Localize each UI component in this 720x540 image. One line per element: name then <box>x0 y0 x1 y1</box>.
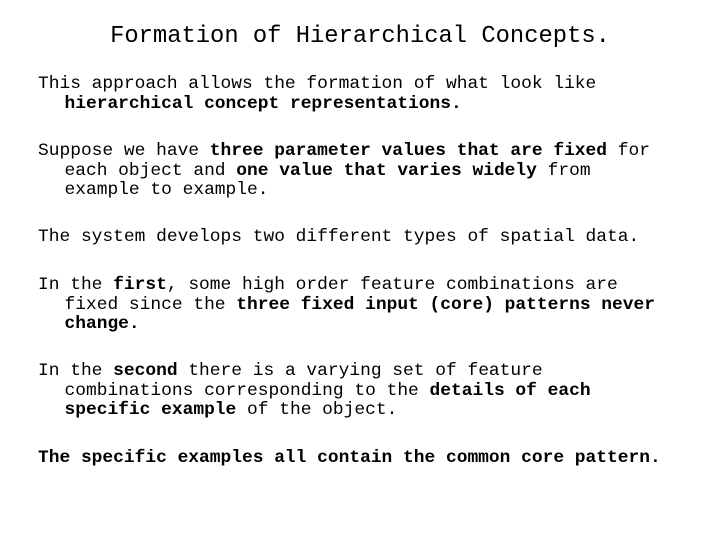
bold-text: The specific examples all contain the co… <box>38 448 661 468</box>
paragraph-second-type: In the second there is a varying set of … <box>38 361 698 421</box>
bold-text: first <box>113 275 167 295</box>
bold-text: change. <box>64 314 140 335</box>
paragraph-parameters: Suppose we have three parameter values t… <box>38 141 698 201</box>
text-line: The system develops two different types … <box>38 227 698 248</box>
text-line: example to example. <box>38 180 698 201</box>
text-line: hierarchical concept representations. <box>38 93 698 115</box>
slide-title: Formation of Hierarchical Concepts. <box>110 23 610 50</box>
text-run: there is a varying set of feature <box>177 361 543 381</box>
text-run: fixed since the <box>64 294 237 315</box>
text-line: change. <box>38 314 698 335</box>
text-run: In the <box>38 361 114 381</box>
paragraph-approach: This approach allows the formation of wh… <box>38 74 698 115</box>
text-line: Suppose we have three parameter values t… <box>38 141 698 162</box>
paragraph-conclusion: The specific examples all contain the co… <box>38 448 698 469</box>
text-line: fixed since the three fixed input (core)… <box>38 294 698 316</box>
bold-text: three fixed input (core) patterns never <box>236 294 655 315</box>
text-line: specific example of the object. <box>38 400 698 421</box>
text-run: combinations corresponding to the <box>64 380 430 401</box>
paragraph-spatial-data: The system develops two different types … <box>38 227 698 248</box>
text-run: example to example. <box>64 180 269 201</box>
bold-text: hierarchical concept representations. <box>64 93 462 114</box>
text-run: The system develops two different types … <box>38 227 640 247</box>
text-run: for <box>607 141 650 161</box>
paragraph-first-type: In the first, some high order feature co… <box>38 275 698 335</box>
text-line: each object and one value that varies wi… <box>38 160 698 182</box>
text-run: of the object. <box>236 400 398 421</box>
text-line: This approach allows the formation of wh… <box>38 74 698 95</box>
text-line: The specific examples all contain the co… <box>38 448 698 469</box>
bold-text: specific example <box>64 400 237 421</box>
bold-text: one value that varies widely <box>236 160 537 181</box>
text-line: combinations corresponding to the detail… <box>38 380 698 402</box>
text-run: each object and <box>64 160 237 181</box>
text-run: In the <box>38 275 114 295</box>
text-run: Suppose we have <box>38 141 210 161</box>
text-run: from <box>536 160 591 181</box>
bold-text: details of each <box>429 380 591 401</box>
bold-text: three parameter values that are fixed <box>209 141 608 161</box>
text-line: In the second there is a varying set of … <box>38 361 698 382</box>
text-run: This approach allows the formation of wh… <box>38 74 597 94</box>
bold-text: second <box>113 361 178 381</box>
text-run: , some high order feature combinations a… <box>166 275 618 295</box>
text-line: In the first, some high order feature co… <box>38 275 698 296</box>
